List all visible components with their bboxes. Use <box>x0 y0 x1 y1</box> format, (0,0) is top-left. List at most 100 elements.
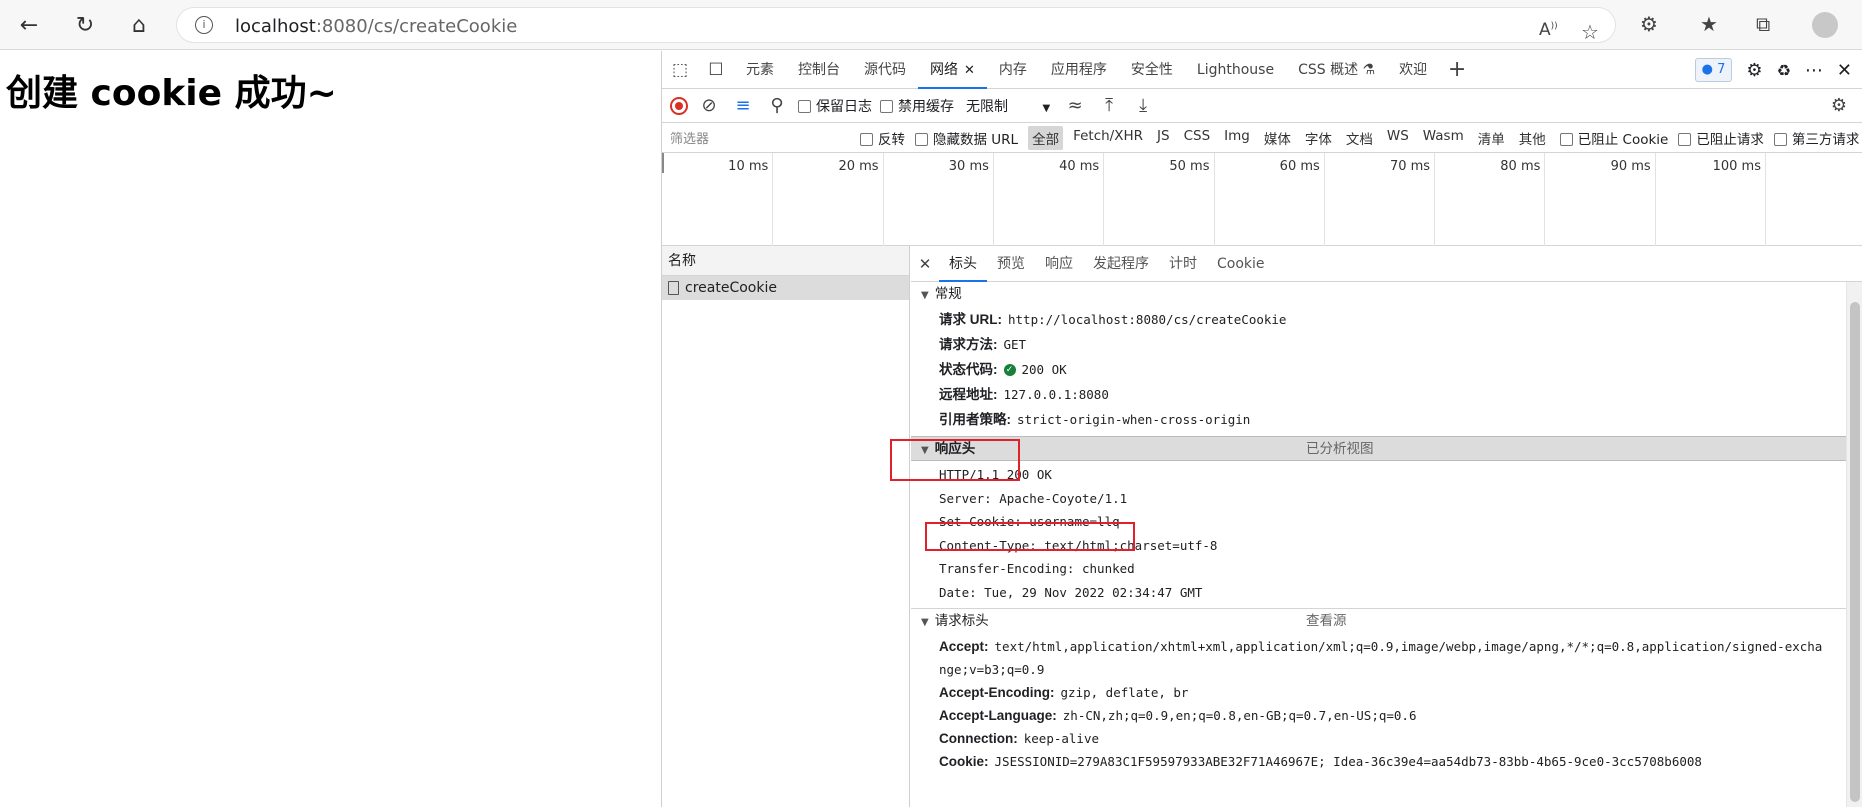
tab-0[interactable]: 元素 <box>734 51 786 89</box>
url-text[interactable]: localhost:8080/cs/createCookie <box>235 16 517 37</box>
tab-5[interactable]: 应用程序 <box>1039 51 1119 89</box>
type-filter-chip[interactable]: 全部 <box>1028 125 1064 150</box>
response-header-line[interactable]: Server: Apache-Coyote/1.1 <box>911 487 1846 511</box>
header-value[interactable]: zh-CN,zh;q=0.9,en;q=0.8,en-GB;q=0.7,en-U… <box>1063 708 1417 723</box>
more-options-icon[interactable]: ⋯ <box>1805 60 1823 81</box>
tab-9[interactable]: 欢迎 <box>1387 51 1439 89</box>
general-section-header[interactable]: ▼ 常规 <box>911 282 1846 307</box>
favorites-icon[interactable]: ★ <box>1700 12 1718 36</box>
type-filter-chip[interactable]: JS <box>1153 126 1174 150</box>
disable-cache-checkbox[interactable]: 禁用缓存 <box>880 96 954 116</box>
request-headers-section-header[interactable]: ▼ 请求标头 查看源 <box>911 608 1846 633</box>
scroll-thumb[interactable] <box>1850 302 1860 802</box>
read-aloud-icon[interactable]: A)) <box>1539 20 1558 40</box>
customize-icon[interactable]: ♻ <box>1777 61 1791 80</box>
filter-icon[interactable]: ≡ <box>730 95 756 116</box>
tab-3[interactable]: 网络 ✕ <box>918 51 987 89</box>
back-icon[interactable]: ← <box>14 10 44 40</box>
type-filter-chip[interactable]: 其他 <box>1515 126 1550 150</box>
header-value[interactable]: 127.0.0.1:8080 <box>1004 387 1109 402</box>
url-path: :8080/cs/createCookie <box>315 16 518 37</box>
tab-8[interactable]: CSS 概述 ⚗ <box>1286 51 1387 89</box>
blocked-cookies-checkbox[interactable]: 已阻止 Cookie <box>1559 128 1668 148</box>
header-value[interactable]: http://localhost:8080/cs/createCookie <box>1008 312 1286 327</box>
header-value[interactable]: keep-alive <box>1024 731 1099 746</box>
home-icon[interactable]: ⌂ <box>124 10 154 40</box>
header-value[interactable]: gzip, deflate, br <box>1061 685 1189 700</box>
type-filter-chip[interactable]: 媒体 <box>1260 126 1295 150</box>
type-filter-chip[interactable]: WS <box>1383 126 1413 150</box>
network-timeline-overview[interactable]: 10 ms 20 ms 30 ms 40 ms 50 ms 60 ms 70 ms 80 ms… <box>662 153 1862 246</box>
clear-icon[interactable]: ⊘ <box>696 95 722 116</box>
extensions-icon[interactable]: ⚙ <box>1640 12 1658 36</box>
header-value[interactable]: strict-origin-when-cross-origin <box>1017 412 1250 427</box>
filter-input[interactable]: 筛选器 <box>670 128 850 147</box>
more-tabs-plus-icon[interactable]: + <box>1439 51 1475 89</box>
throttle-select[interactable]: 无限制 ▼ <box>962 96 1054 116</box>
detail-tab[interactable]: 标头 <box>939 246 987 282</box>
import-har-icon[interactable]: ⤒ <box>1096 95 1122 116</box>
close-devtools-icon[interactable]: ✕ <box>1837 60 1852 81</box>
detail-tab[interactable]: Cookie <box>1207 246 1275 282</box>
general-row: 远程地址: 127.0.0.1:8080 <box>911 382 1846 407</box>
tab-7[interactable]: Lighthouse <box>1185 51 1286 89</box>
header-value[interactable]: GET <box>1004 337 1027 352</box>
type-filter-chip[interactable]: Fetch/XHR <box>1069 126 1147 150</box>
address-bar[interactable]: i localhost:8080/cs/createCookie A)) ☆ <box>176 7 1616 44</box>
detail-scrollbar[interactable] <box>1846 282 1862 807</box>
profile-avatar[interactable] <box>1812 12 1838 38</box>
record-icon[interactable] <box>670 96 688 115</box>
inspect-element-icon[interactable]: ⬚ <box>662 51 698 89</box>
close-detail-icon[interactable]: ✕ <box>911 255 939 273</box>
tab-1[interactable]: 控制台 <box>786 51 852 89</box>
type-filter-chip[interactable]: CSS <box>1180 126 1215 150</box>
hide-data-urls-checkbox[interactable]: 隐藏数据 URL <box>915 128 1018 148</box>
network-settings-icon[interactable]: ⚙ <box>1826 95 1852 116</box>
search-icon[interactable]: ⚲ <box>764 95 790 116</box>
response-header-line[interactable]: Content-Type: text/html;charset=utf-8 <box>911 534 1846 558</box>
type-filter-chip[interactable]: Wasm <box>1419 126 1468 150</box>
request-row[interactable]: createCookie <box>662 276 909 300</box>
parsed-view-toggle[interactable]: 已分析视图 <box>1306 437 1374 462</box>
detail-tab[interactable]: 预览 <box>987 246 1035 282</box>
blocked-requests-checkbox[interactable]: 已阻止请求 <box>1678 128 1764 148</box>
network-conditions-icon[interactable]: ≈ <box>1062 95 1088 116</box>
settings-gear-icon[interactable]: ⚙ <box>1746 60 1762 81</box>
tab-2[interactable]: 源代码 <box>852 51 918 89</box>
detail-tab[interactable]: 响应 <box>1035 246 1083 282</box>
timeline-tick-label: 10 ms <box>728 159 769 174</box>
close-tab-icon[interactable]: ✕ <box>964 63 975 78</box>
header-key: 状态代码: <box>939 362 998 377</box>
header-value[interactable]: text/html,application/xhtml+xml,applicat… <box>939 639 1822 677</box>
header-value[interactable]: 200 OK <box>1022 362 1067 377</box>
response-headers-section-header[interactable]: ▼ 响应头 已分析视图 <box>911 436 1846 461</box>
url-host: localhost <box>235 16 316 37</box>
request-list-header[interactable]: 名称 <box>662 246 909 276</box>
detail-tab-bar: ✕ 标头 预览 响应 发起程序 计时 Cookie <box>911 246 1862 282</box>
site-info-icon[interactable]: i <box>195 16 213 34</box>
reload-icon[interactable]: ↻ <box>70 10 100 40</box>
device-toolbar-icon[interactable]: ☐ <box>698 51 734 89</box>
collections-icon[interactable]: ⧉ <box>1756 12 1770 36</box>
response-header-line[interactable]: HTTP/1.1 200 OK <box>911 463 1846 487</box>
preserve-log-checkbox[interactable]: 保留日志 <box>798 96 872 116</box>
response-header-line[interactable]: Date: Tue, 29 Nov 2022 02:34:47 GMT <box>911 581 1846 605</box>
type-filter-chip[interactable]: Img <box>1220 126 1254 150</box>
response-header-line[interactable]: Set-Cookie: username=llq <box>911 510 1846 534</box>
add-favorite-icon[interactable]: ☆ <box>1581 20 1599 44</box>
export-har-icon[interactable]: ⤓ <box>1130 95 1156 116</box>
header-value[interactable]: JSESSIONID=279A83C1F59597933ABE32F71A469… <box>995 754 1702 769</box>
tab-4[interactable]: 内存 <box>987 51 1039 89</box>
issues-badge[interactable]: ● 7 <box>1694 58 1733 82</box>
type-filter-chip[interactable]: 文档 <box>1342 126 1377 150</box>
view-source-toggle[interactable]: 查看源 <box>1306 609 1347 634</box>
response-header-line[interactable]: Transfer-Encoding: chunked <box>911 557 1846 581</box>
invert-checkbox[interactable]: 反转 <box>860 128 905 148</box>
type-filter-chip[interactable]: 字体 <box>1301 126 1336 150</box>
detail-tab[interactable]: 计时 <box>1159 246 1207 282</box>
detail-tab[interactable]: 发起程序 <box>1083 246 1159 282</box>
timeline-gridline <box>1103 153 1105 246</box>
third-party-checkbox[interactable]: 第三方请求 <box>1773 128 1859 148</box>
tab-6[interactable]: 安全性 <box>1119 51 1185 89</box>
type-filter-chip[interactable]: 清单 <box>1474 126 1509 150</box>
